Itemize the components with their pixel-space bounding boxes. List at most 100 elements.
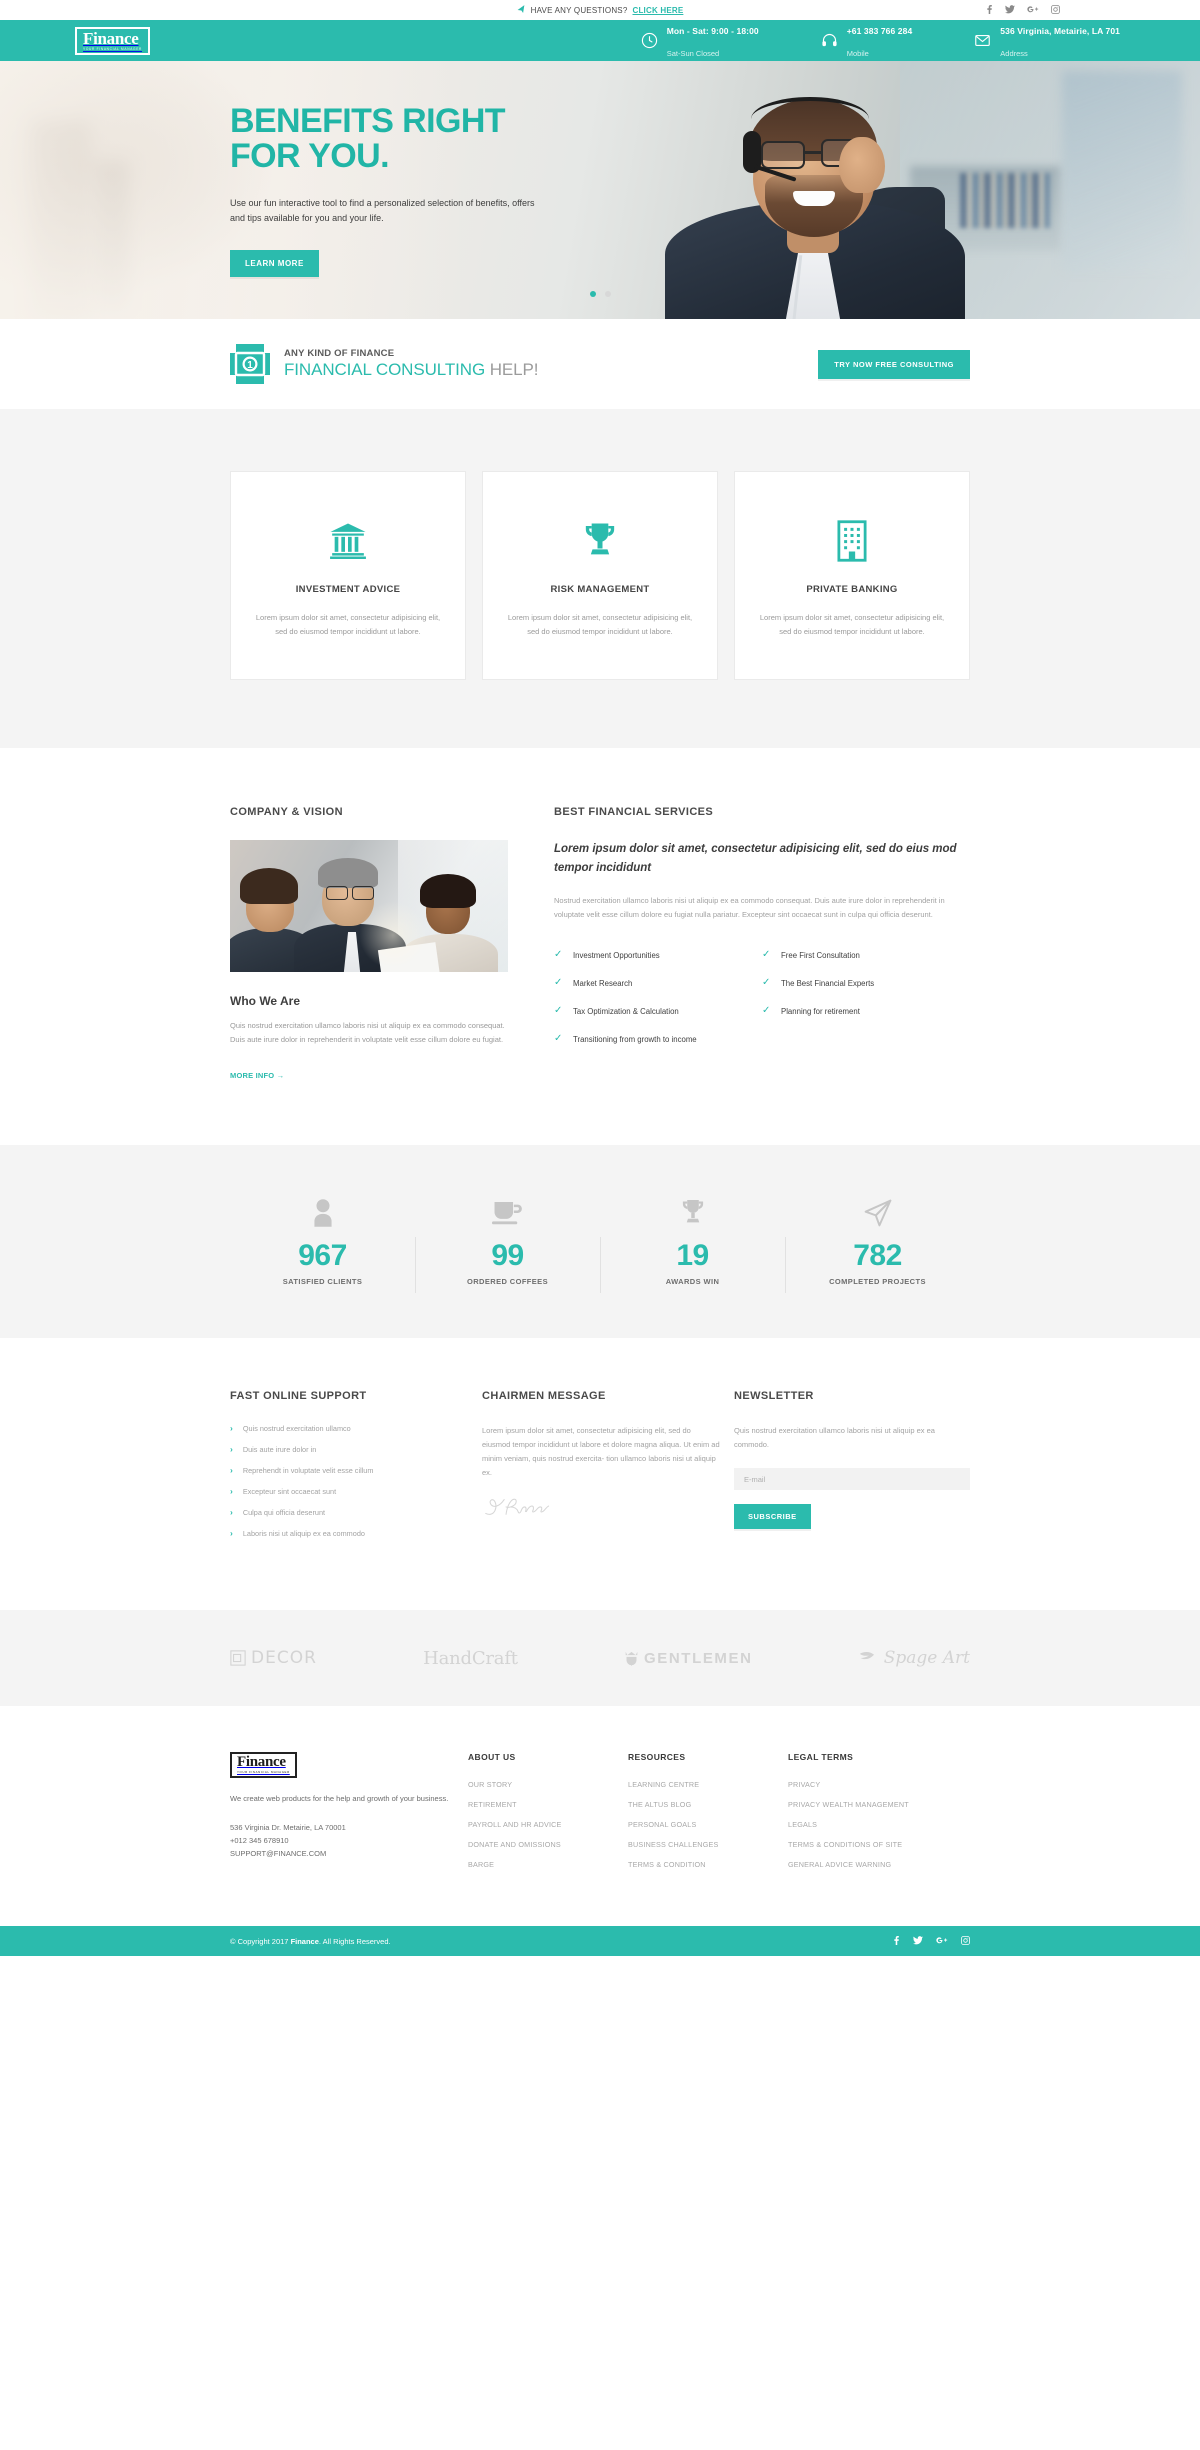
service-card-risk-management[interactable]: RISK MANAGEMENT Lorem ipsum dolor sit am… [482,471,718,680]
footer-link[interactable]: PERSONAL GOALS [628,1820,788,1829]
header-logo[interactable]: Finance YOUR FINANCIAL MANAGER [75,26,151,55]
decor-logo-text: DECOR [251,1648,317,1668]
handcraft-logo-text: HandCraft [423,1647,518,1669]
footer-column-about-us: ABOUT US OUR STORY RETIREMENT PAYROLL AN… [468,1752,628,1880]
hero-dot-2[interactable] [604,291,611,297]
google-plus-icon[interactable] [1027,5,1039,16]
more-info-link[interactable]: MORE INFO → [230,1071,284,1080]
footer-phone: +012 345 678910 [230,1836,289,1845]
hero-dot-1[interactable] [589,291,596,297]
stat-label: AWARDS WIN [665,1277,720,1286]
header-address-text: 536 Virginia, Metairie, LA 701 [1000,25,1120,36]
footer-link[interactable]: PRIVACY [788,1780,970,1789]
copyright-text: © Copyright 2017 Finance. All Rights Res… [230,1937,391,1946]
feature-label: The Best Financial Experts [781,978,875,988]
best-services-lead: Lorem ipsum dolor sit amet, consectetur … [554,843,957,874]
consulting-title-grey: HELP! [489,360,539,379]
site-footer: Finance YOUR FINANCIAL MANAGER We create… [0,1706,1200,1926]
header-address-item: 536 Virginia, Metairie, LA 701 Address [974,19,1120,62]
header-logo-tagline: YOUR FINANCIAL MANAGER [83,46,143,51]
coffee-cup-icon [423,1193,592,1233]
service-card-title: RISK MANAGEMENT [550,584,650,595]
best-services-body: Nostrud exercitation ullamco laboris nis… [554,896,945,919]
footer-link[interactable]: BUSINESS CHALLENGES [628,1840,788,1849]
service-card-title: PRIVATE BANKING [806,584,898,595]
hero-slider: BENEFITS RIGHT FOR YOU. Use our fun inte… [0,61,1200,319]
footer-link[interactable]: LEARNING CENTRE [628,1780,788,1789]
footer-brand-column: Finance YOUR FINANCIAL MANAGER We create… [230,1752,468,1880]
handcraft-logo[interactable]: HandCraft [423,1648,518,1669]
header-contact-info: Mon - Sat: 9:00 - 18:00 Sat-Sun Closed +… [641,19,1130,62]
hero-slider-dots[interactable] [0,291,1200,297]
stat-awards-win: 19 AWARDS WIN [600,1193,785,1293]
header-phone-item: +61 383 766 284 Mobile [821,19,913,62]
footer-link[interactable]: TERMS & CONDITION [628,1860,788,1869]
footer-link[interactable]: BARGE [468,1860,628,1869]
twitter-icon[interactable] [1005,4,1015,16]
fast-online-support-column: FAST ONLINE SUPPORT › Quis nostrud exerc… [230,1390,468,1550]
support-item-label: Laboris nisi ut aliquip ex ea commodo [242,1529,365,1538]
service-card-investment-advice[interactable]: INVESTMENT ADVICE Lorem ipsum dolor sit … [230,471,466,680]
hero-content: BENEFITS RIGHT FOR YOU. Use our fun inte… [230,61,650,319]
facebook-icon[interactable] [893,1935,900,1947]
footer-link[interactable]: LEGALS [788,1820,970,1829]
support-item-label: Excepteur sint occaecat sunt [242,1487,337,1496]
newsletter-subscribe-button[interactable]: SUBSCRIBE [734,1504,811,1529]
facebook-icon[interactable] [986,4,993,16]
feature-label: Tax Optimization & Calculation [573,1006,679,1016]
gentlemen-logo[interactable]: GENTLEMEN [624,1650,753,1667]
service-card-private-banking[interactable]: PRIVATE BANKING Lorem ipsum dolor sit am… [734,471,970,680]
footer-link-list: OUR STORY RETIREMENT PAYROLL AND HR ADVI… [468,1780,628,1869]
top-question-link[interactable]: CLICK HERE [632,6,683,15]
chairman-signature [482,1494,556,1520]
header-address-label: Address [1000,48,1028,58]
list-item[interactable]: › Quis nostrud exercitation ullamco [230,1424,468,1433]
service-card-text: Lorem ipsum dolor sit amet, consectetur … [507,613,693,636]
footer-email[interactable]: SUPPORT@FINANCE.COM [230,1847,468,1860]
footer-link[interactable]: RETIREMENT [468,1800,628,1809]
google-plus-icon[interactable] [936,1936,948,1947]
copyright-brand: Finance [290,1936,319,1946]
copyright-bar: © Copyright 2017 Finance. All Rights Res… [0,1926,1200,1956]
top-question-group: HAVE ANY QUESTIONS? CLICK HERE [517,4,684,16]
top-social-list [986,0,1060,20]
footer-logo[interactable]: Finance YOUR FINANCIAL MANAGER [230,1752,297,1778]
instagram-icon[interactable] [961,1935,970,1947]
list-item[interactable]: › Duis aute irure dolor in [230,1445,468,1454]
footer-link[interactable]: THE ALTUS BLOG [628,1800,788,1809]
company-vision-title: COMPANY & VISION [230,806,343,818]
footer-link[interactable]: PRIVACY WEALTH MANAGEMENT [788,1800,970,1809]
newsletter-email-input[interactable] [734,1468,970,1490]
chevron-right-icon: › [230,1528,233,1538]
spage-art-logo[interactable]: Spage Art [859,1648,970,1668]
list-item[interactable]: › Excepteur sint occaecat sunt [230,1487,468,1496]
footer-contact-block: 536 Virginia Dr. Metairie, LA 70001 +012… [230,1821,468,1860]
who-we-are-heading: Who We Are [230,994,301,1008]
site-header: Finance YOUR FINANCIAL MANAGER Mon - Sat… [0,20,1200,61]
footer-link[interactable]: TERMS & CONDITIONS OF SITE [788,1840,970,1849]
twitter-icon[interactable] [913,1935,923,1947]
hero-learn-more-button[interactable]: LEARN MORE [230,249,319,277]
hero-title-line-2: FOR YOU. [230,136,390,175]
list-item[interactable]: › Reprehendt in voluptate velit esse cil… [230,1466,468,1475]
decor-logo[interactable]: DECOR [230,1648,317,1668]
instagram-icon[interactable] [1051,4,1060,16]
service-card-title: INVESTMENT ADVICE [295,584,401,595]
consulting-title: FINANCIAL CONSULTING HELP! [284,360,538,380]
service-card-text: Lorem ipsum dolor sit amet, consectetur … [255,613,441,636]
clock-icon [641,32,658,49]
stat-satisfied-clients: 967 SATISFIED CLIENTS [230,1193,415,1286]
page-root: HAVE ANY QUESTIONS? CLICK HERE Finance Y… [0,0,1200,1956]
hero-subtitle: Use our fun interactive tool to find a p… [230,197,535,223]
footer-link[interactable]: GENERAL ADVICE WARNING [788,1860,970,1869]
try-free-consulting-button[interactable]: TRY NOW FREE CONSULTING [818,349,970,379]
list-item[interactable]: › Laboris nisi ut aliquip ex ea commodo [230,1529,468,1538]
about-section: COMPANY & VISION Who We Are Quis nostrud… [0,748,1200,1145]
list-item[interactable]: › Culpa qui officia deserunt [230,1508,468,1517]
feature-item: ✓ Investment Opportunities [554,950,762,960]
footer-link[interactable]: PAYROLL AND HR ADVICE [468,1820,628,1829]
consulting-title-teal: FINANCIAL CONSULTING [284,360,486,379]
footer-link[interactable]: DONATE AND OMISSIONS [468,1840,628,1849]
footer-link[interactable]: OUR STORY [468,1780,628,1789]
who-we-are-text: Quis nostrud exercitation ullamco labori… [230,1021,505,1044]
